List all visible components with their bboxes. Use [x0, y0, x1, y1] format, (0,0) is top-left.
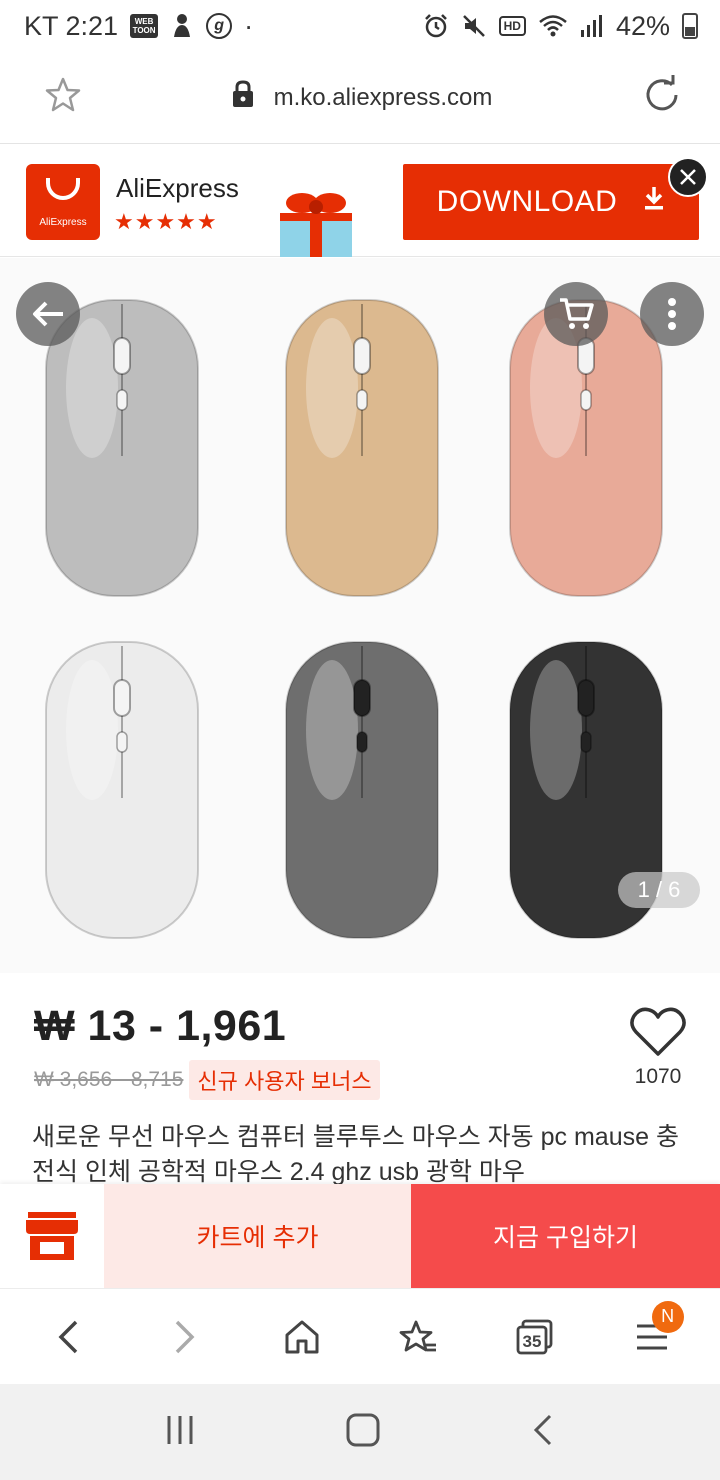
- mute-icon: [461, 13, 487, 39]
- download-arrow-icon: [643, 185, 665, 219]
- mouse-variant: [285, 299, 439, 597]
- original-price-row: ₩ 3,656 - 8,715 신규 사용자 보너스: [34, 1060, 380, 1100]
- aliexpress-logo: AliExpress: [26, 164, 100, 240]
- url-field[interactable]: m.ko.aliexpress.com: [232, 80, 493, 115]
- wifi-icon: [538, 14, 568, 38]
- alarm-icon: [423, 13, 449, 39]
- battery-percent: 42%: [615, 10, 670, 41]
- purchase-action-bar: 카트에 추가 지금 구입하기: [0, 1184, 720, 1288]
- product-title: 새로운 무선 마우스 컴퓨터 블루투스 마우스 자동 pc mause 충전식 …: [32, 1123, 679, 1184]
- home-nav-icon[interactable]: [345, 1412, 381, 1453]
- browser-home-button[interactable]: [262, 1297, 342, 1377]
- back-button[interactable]: [16, 282, 80, 346]
- wishlist-count: 1070: [634, 1065, 682, 1088]
- hd-voice-icon: HD: [498, 16, 526, 36]
- g-app-icon: g: [206, 13, 233, 39]
- recent-apps-icon[interactable]: [165, 1414, 195, 1451]
- browser-bookmarks-button[interactable]: [378, 1297, 458, 1377]
- product-photo: [45, 299, 663, 939]
- more-options-button[interactable]: [640, 282, 704, 346]
- app-download-banner: AliExpress AliExpress ★★★★★ DOWNLOAD: [0, 145, 720, 257]
- add-to-cart-button[interactable]: 카트에 추가: [104, 1184, 411, 1288]
- download-label: DOWNLOAD: [436, 185, 618, 218]
- close-icon: [680, 169, 696, 185]
- tabs-icon: 35: [516, 1319, 553, 1354]
- browser-back-button[interactable]: [28, 1297, 108, 1377]
- reload-icon[interactable]: [642, 75, 682, 120]
- banner-close-button[interactable]: [668, 157, 708, 197]
- home-icon: [285, 1320, 319, 1353]
- notification-badge: N: [651, 1300, 684, 1333]
- chevron-left-icon: [58, 1320, 78, 1353]
- carrier-time: KT 2:21: [24, 10, 119, 41]
- mouse-variant: [285, 641, 439, 939]
- webtoon-icon: WEB TOON: [130, 14, 159, 38]
- back-nav-icon[interactable]: [531, 1413, 555, 1452]
- image-counter: 1 / 6: [618, 872, 700, 908]
- lock-icon: [232, 80, 254, 115]
- buy-now-button[interactable]: 지금 구입하기: [411, 1184, 720, 1288]
- chevron-right-icon: [175, 1320, 195, 1353]
- status-dot: ·: [244, 10, 254, 41]
- browser-tabs-button[interactable]: 35: [495, 1297, 575, 1377]
- cart-button[interactable]: [544, 282, 608, 346]
- store-button[interactable]: [0, 1184, 104, 1288]
- back-arrow-icon: [33, 301, 63, 327]
- new-user-bonus-badge: 신규 사용자 보너스: [189, 1060, 380, 1100]
- app-name: AliExpress: [116, 173, 239, 203]
- notification-app-icon: [170, 13, 194, 39]
- battery-icon: [682, 13, 698, 39]
- signal-icon: [580, 14, 604, 38]
- logo-label: AliExpress: [39, 217, 87, 228]
- bookmarks-star-icon: [399, 1320, 437, 1351]
- heart-icon: [630, 1007, 686, 1056]
- shopping-cart-icon: [560, 298, 594, 329]
- bookmark-star-icon[interactable]: [44, 77, 82, 118]
- product-image-gallery[interactable]: 1 / 6: [0, 258, 720, 973]
- status-bar: KT 2:21 WEB TOON g · HD 42%: [0, 0, 720, 52]
- rating-stars: ★★★★★: [114, 209, 218, 234]
- price-range: ₩ 13 - 1,961: [34, 1002, 287, 1050]
- mouse-variant: [45, 299, 199, 597]
- gift-icon: [276, 187, 356, 257]
- more-vertical-icon: [668, 298, 676, 330]
- wishlist-button[interactable]: 1070: [628, 1006, 688, 1089]
- store-icon: [26, 1212, 78, 1260]
- browser-menu-button[interactable]: N: [612, 1297, 692, 1377]
- browser-toolbar: 35 N: [0, 1288, 720, 1384]
- system-navigation-bar: [0, 1384, 720, 1480]
- smile-icon: [46, 178, 80, 200]
- original-price: ₩ 3,656 - 8,715: [34, 1068, 184, 1091]
- url-bar: m.ko.aliexpress.com: [0, 52, 720, 144]
- browser-forward-button[interactable]: [145, 1297, 225, 1377]
- status-left: KT 2:21 WEB TOON g ·: [24, 11, 253, 42]
- mouse-variant: [45, 641, 199, 939]
- url-text: m.ko.aliexpress.com: [273, 83, 493, 111]
- download-button[interactable]: DOWNLOAD: [403, 164, 699, 240]
- tabs-count: 35: [522, 1332, 541, 1351]
- status-right: HD 42%: [423, 11, 698, 42]
